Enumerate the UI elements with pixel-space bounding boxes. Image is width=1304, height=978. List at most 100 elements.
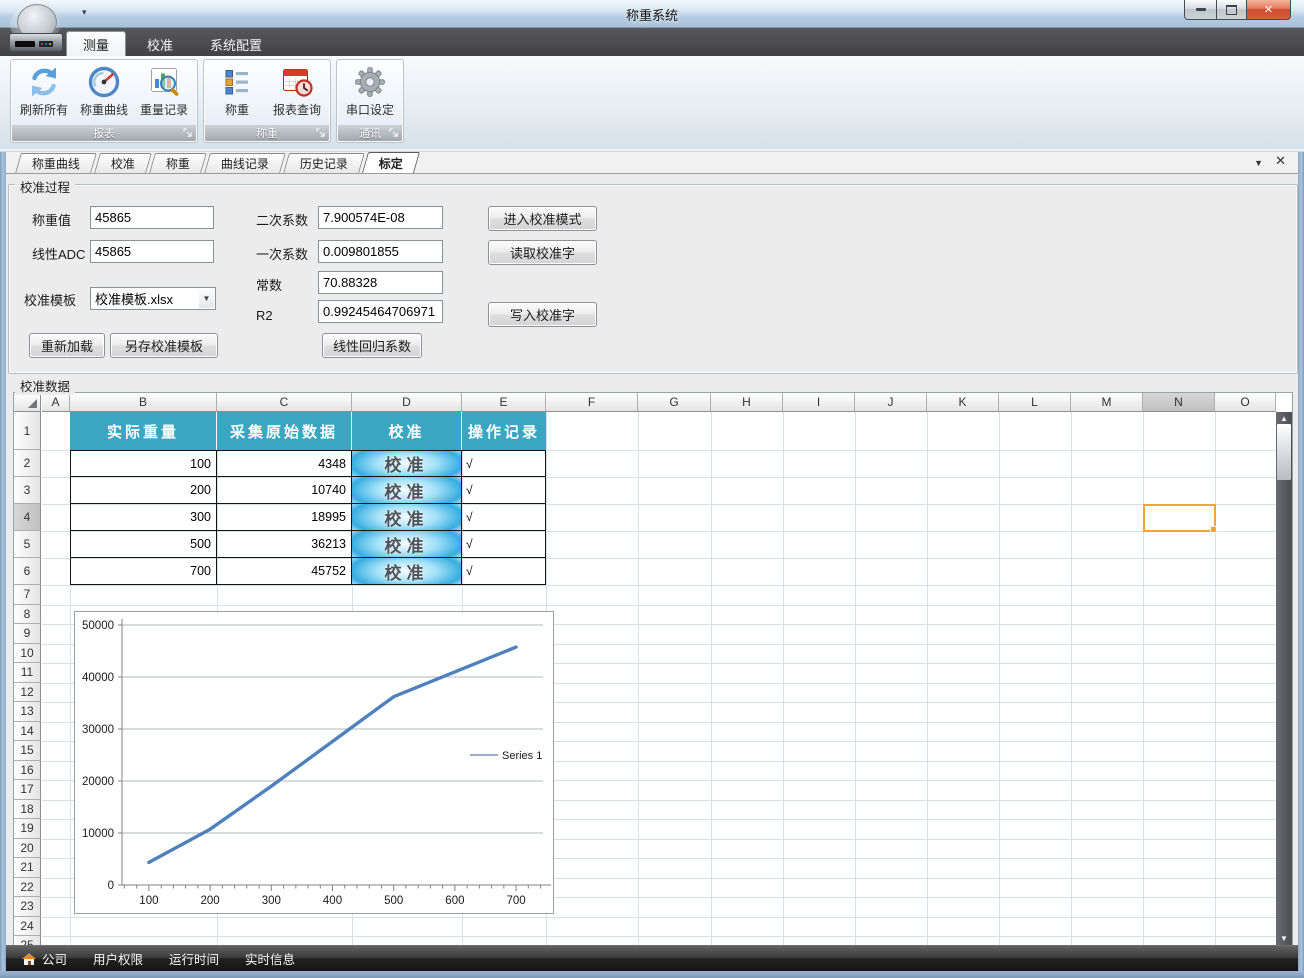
- ribbon-tab-calibrate[interactable]: 校准: [131, 33, 189, 56]
- scrollbar-thumb[interactable]: [1277, 424, 1291, 480]
- row-header-9[interactable]: 9: [14, 624, 41, 644]
- column-header-F[interactable]: F: [546, 393, 638, 412]
- cell-operation-log[interactable]: √: [462, 450, 546, 477]
- app-scale-icon[interactable]: [8, 2, 64, 53]
- column-header-K[interactable]: K: [927, 393, 999, 412]
- calibrate-action-button[interactable]: 校准: [352, 450, 462, 477]
- cell-raw-data[interactable]: 18995: [217, 504, 352, 531]
- row-header-20[interactable]: 20: [14, 838, 41, 858]
- row-header-12[interactable]: 12: [14, 682, 41, 702]
- dialog-launcher-icon[interactable]: [389, 128, 399, 138]
- selected-cell-N4[interactable]: [1143, 504, 1217, 533]
- vertical-scrollbar[interactable]: ▲ ▼: [1276, 412, 1292, 945]
- row-header-4[interactable]: 4: [14, 504, 41, 531]
- row-header-14[interactable]: 14: [14, 721, 41, 741]
- cell-actual-weight[interactable]: 700: [70, 558, 217, 585]
- row-header-1[interactable]: 1: [14, 412, 41, 450]
- weight-records-button[interactable]: 重量记录: [134, 62, 194, 124]
- row-header-24[interactable]: 24: [14, 916, 41, 936]
- dialog-launcher-icon[interactable]: [183, 128, 193, 138]
- tab-close-icon[interactable]: ✕: [1275, 154, 1286, 168]
- row-header-2[interactable]: 2: [14, 450, 41, 477]
- calibrate-action-button[interactable]: 校准: [352, 558, 462, 585]
- calibrate-action-button[interactable]: 校准: [352, 531, 462, 558]
- doc-tab-calibrate[interactable]: 校准: [94, 153, 152, 173]
- row-header-10[interactable]: 10: [14, 643, 41, 663]
- linear-coefficient-field[interactable]: 0.009801855: [318, 240, 443, 263]
- scroll-down-icon[interactable]: ▼: [1276, 934, 1292, 943]
- status-item-user-permissions[interactable]: 用户权限: [93, 949, 143, 968]
- minimize-button[interactable]: [1184, 0, 1217, 20]
- close-button[interactable]: ✕: [1246, 0, 1291, 20]
- cell-actual-weight[interactable]: 200: [70, 477, 217, 504]
- column-header-N[interactable]: N: [1143, 393, 1215, 412]
- row-header-25[interactable]: 25: [14, 936, 41, 945]
- calibration-chart[interactable]: 0 10000 20000 30000 40000 50000 100 200 300 400 50…: [75, 612, 553, 913]
- row-header-7[interactable]: 7: [14, 585, 41, 605]
- serial-port-settings-button[interactable]: 串口设定: [340, 62, 400, 124]
- row-header-13[interactable]: 13: [14, 702, 41, 722]
- calibrate-action-button[interactable]: 校准: [352, 477, 462, 504]
- column-header-L[interactable]: L: [999, 393, 1071, 412]
- maximize-button[interactable]: [1217, 0, 1246, 20]
- column-header-E[interactable]: E: [462, 393, 546, 412]
- column-header-O[interactable]: O: [1215, 393, 1276, 412]
- cell-operation-log[interactable]: √: [462, 531, 546, 558]
- status-item-company[interactable]: 公司: [22, 949, 67, 968]
- ribbon-tab-measure[interactable]: 测量: [66, 31, 127, 56]
- column-header-I[interactable]: I: [783, 393, 855, 412]
- weigh-button[interactable]: 称重: [207, 62, 267, 124]
- row-header-17[interactable]: 17: [14, 780, 41, 800]
- cell-raw-data[interactable]: 45752: [217, 558, 352, 585]
- column-header-A[interactable]: A: [42, 393, 70, 412]
- column-header-B[interactable]: B: [70, 393, 217, 412]
- calibrate-action-button[interactable]: 校准: [352, 504, 462, 531]
- row-header-11[interactable]: 11: [14, 663, 41, 683]
- row-header-8[interactable]: 8: [14, 604, 41, 624]
- row-header-6[interactable]: 6: [14, 558, 41, 585]
- spreadsheet[interactable]: A B C D E F G H I J K L M N O 1 2 3 4 5 6 7 8 9 10 11 12 13 14 15 16 17…: [13, 392, 1293, 946]
- refresh-all-button[interactable]: 刷新所有: [14, 62, 74, 124]
- doc-tab-weigh-curve[interactable]: 称重曲线: [15, 153, 97, 173]
- quadratic-coefficient-field[interactable]: 7.900574E-08: [318, 206, 443, 229]
- row-header-18[interactable]: 18: [14, 799, 41, 819]
- cell-raw-data[interactable]: 10740: [217, 477, 352, 504]
- column-header-G[interactable]: G: [638, 393, 711, 412]
- weigh-curve-button[interactable]: 称重曲线: [74, 62, 134, 124]
- row-header-23[interactable]: 23: [14, 897, 41, 917]
- doc-tab-history-records[interactable]: 历史记录: [283, 153, 365, 173]
- reload-button[interactable]: 重新加载: [29, 333, 105, 358]
- cell-raw-data[interactable]: 4348: [217, 450, 352, 477]
- row-header-3[interactable]: 3: [14, 477, 41, 504]
- weigh-value-field[interactable]: 45865: [90, 206, 214, 229]
- column-header-J[interactable]: J: [855, 393, 927, 412]
- row-header-19[interactable]: 19: [14, 819, 41, 839]
- r2-field[interactable]: 0.99245464706971: [318, 300, 443, 323]
- read-calibration-word-button[interactable]: 读取校准字: [488, 240, 597, 265]
- scroll-up-icon[interactable]: ▲: [1276, 414, 1292, 423]
- column-header-C[interactable]: C: [217, 393, 352, 412]
- cell-operation-log[interactable]: √: [462, 558, 546, 585]
- row-header-16[interactable]: 16: [14, 760, 41, 780]
- cell-actual-weight[interactable]: 500: [70, 531, 217, 558]
- select-all-corner[interactable]: [14, 393, 41, 412]
- doc-tab-curve-records[interactable]: 曲线记录: [204, 153, 286, 173]
- column-header-D[interactable]: D: [352, 393, 462, 412]
- doc-tab-weigh[interactable]: 称重: [149, 153, 207, 173]
- row-header-21[interactable]: 21: [14, 858, 41, 878]
- enter-calibration-mode-button[interactable]: 进入校准模式: [488, 206, 597, 231]
- report-query-button[interactable]: 报表查询: [267, 62, 327, 124]
- ribbon-tab-system-config[interactable]: 系统配置: [194, 33, 278, 56]
- column-header-H[interactable]: H: [711, 393, 783, 412]
- cell-actual-weight[interactable]: 300: [70, 504, 217, 531]
- chevron-down-icon[interactable]: ▼: [199, 289, 214, 308]
- quick-access-dropdown-icon[interactable]: ▾: [82, 7, 87, 18]
- cell-operation-log[interactable]: √: [462, 477, 546, 504]
- cell-actual-weight[interactable]: 100: [70, 450, 217, 477]
- linear-regression-button[interactable]: 线性回归系数: [322, 333, 422, 358]
- constant-field[interactable]: 70.88328: [318, 271, 443, 294]
- status-item-run-time[interactable]: 运行时间: [169, 949, 219, 968]
- dialog-launcher-icon[interactable]: [316, 128, 326, 138]
- row-header-22[interactable]: 22: [14, 877, 41, 897]
- tab-list-dropdown-icon[interactable]: ▼: [1254, 155, 1263, 168]
